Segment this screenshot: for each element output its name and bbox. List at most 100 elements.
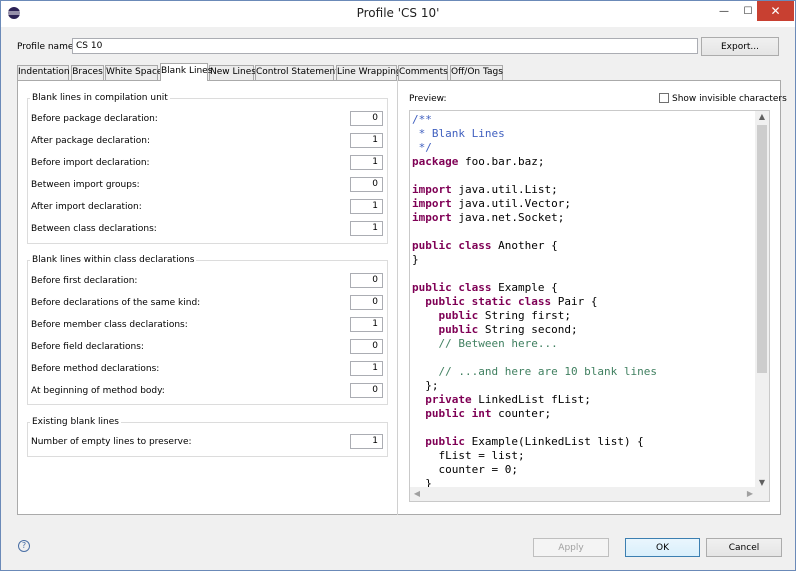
tab-comments[interactable]: Comments [398,65,448,80]
group-title-compilation-unit: Blank lines in compilation unit [30,93,170,103]
code-token: public [438,309,479,322]
close-button[interactable]: ✕ [757,1,794,21]
setting-value-input[interactable]: 0 [350,339,383,354]
code-token: private [425,393,472,406]
code-token: Another { [491,239,558,252]
setting-value-input[interactable]: 0 [350,177,383,192]
profile-name-label: Profile name: [17,42,77,52]
tab-braces[interactable]: Braces [71,65,104,80]
setting-value-input[interactable]: 1 [350,434,383,449]
code-line: private LinkedList fList; [412,393,657,407]
cancel-button[interactable]: Cancel [706,538,782,557]
code-line: import java.util.List; [412,183,657,197]
group-title-class-declarations: Blank lines within class declarations [30,255,197,265]
help-icon[interactable]: ? [18,540,30,552]
code-line: fList = list; [412,449,657,463]
code-line: /** [412,113,657,127]
code-token: public [438,323,479,336]
tab-new-lines[interactable]: New Lines [209,65,256,80]
code-line: import java.net.Socket; [412,211,657,225]
code-line: import java.util.Vector; [412,197,657,211]
show-invisible-checkbox[interactable] [659,93,669,103]
setting-label: Between class declarations: [31,224,157,234]
code-token: counter = 0; [412,463,518,476]
code-token: public static class [425,295,552,308]
code-token: } [412,253,419,266]
vertical-scrollbar[interactable]: ▲ ▼ [755,111,769,489]
code-line: public String first; [412,309,657,323]
tab-off-on-tags[interactable]: Off/On Tags [450,65,503,80]
code-token: public int [425,407,492,420]
setting-value-input[interactable]: 0 [350,383,383,398]
code-preview[interactable]: /** * Blank Lines */package foo.bar.baz;… [409,110,770,502]
tab-blank-lines[interactable]: Blank Lines [160,63,212,81]
setting-label: Before declarations of the same kind: [31,298,201,308]
show-invisible-label[interactable]: Show invisible characters [672,94,787,104]
code-token: * Blank Lines [412,127,505,140]
setting-label: At beginning of method body: [31,386,165,396]
setting-label: Before field declarations: [31,342,144,352]
code-token: String second; [478,323,578,336]
setting-value-input[interactable]: 1 [350,133,383,148]
scroll-up-icon[interactable]: ▲ [755,111,769,123]
setting-value-input[interactable]: 1 [350,221,383,236]
export-button[interactable]: Export... [701,37,779,56]
setting-label: Between import groups: [31,180,140,190]
apply-button[interactable]: Apply [533,538,609,557]
code-token: // Between here... [412,337,558,350]
code-token: import [412,211,452,224]
horizontal-scrollbar[interactable]: ◀ ▶ [410,487,769,501]
setting-value-input[interactable]: 0 [350,295,383,310]
setting-value-input[interactable]: 1 [350,361,383,376]
code-token: import [412,197,452,210]
code-token: /** [412,113,432,126]
scroll-right-icon[interactable]: ▶ [743,487,757,501]
setting-value-input[interactable]: 0 [350,273,383,288]
code-token: import [412,183,452,196]
code-token: LinkedList fList; [471,393,591,406]
code-line: }; [412,379,657,393]
code-token: counter; [491,407,552,420]
dialog-window: Profile 'CS 10' — ☐ ✕ Profile name: CS 1… [0,0,796,571]
setting-label: Before package declaration: [31,114,158,124]
tab-line-wrapping[interactable]: Line Wrapping [336,65,402,80]
ok-button[interactable]: OK [625,538,700,557]
code-line: package foo.bar.baz; [412,155,657,169]
code-line: public class Example { [412,281,657,295]
setting-label: Before method declarations: [31,364,160,374]
vertical-scroll-thumb[interactable] [757,125,767,373]
code-token: Example(LinkedList list) { [465,435,644,448]
code-token: public class [412,239,492,252]
setting-value-input[interactable]: 1 [350,199,383,214]
code-token: // ...and here are 10 blank lines [412,365,658,378]
code-token: java.util.Vector; [451,197,571,210]
setting-value-input[interactable]: 0 [350,111,383,126]
profile-name-input[interactable]: CS 10 [72,38,698,54]
tab-indentation[interactable]: Indentation [17,65,70,80]
code-token: String first; [478,309,571,322]
code-line: * Blank Lines [412,127,657,141]
code-token: package [412,155,459,168]
window-title: Profile 'CS 10' [356,6,440,20]
setting-value-input[interactable]: 1 [350,317,383,332]
code-token: java.util.List; [451,183,558,196]
code-line: // Between here... [412,337,657,351]
minimize-button[interactable]: — [711,1,737,21]
code-line: public static class Pair { [412,295,657,309]
group-title-existing-blank-lines: Existing blank lines [30,417,121,427]
code-token: public class [412,281,492,294]
scroll-left-icon[interactable]: ◀ [410,487,424,501]
setting-label: Number of empty lines to preserve: [31,437,192,447]
code-token: Example { [491,281,558,294]
setting-value-input[interactable]: 1 [350,155,383,170]
tab-control-statements[interactable]: Control Statements [255,65,343,80]
tab-white-space[interactable]: White Space [105,65,162,80]
